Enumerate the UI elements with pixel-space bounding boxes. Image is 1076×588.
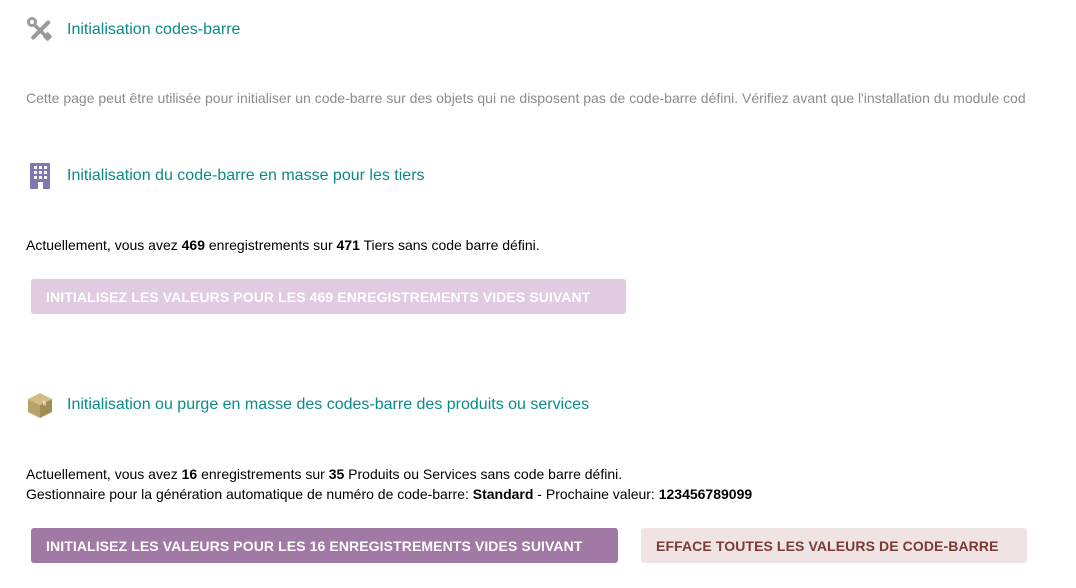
thirdparty-section-header: Initialisation du code-barre en masse po… <box>26 162 425 190</box>
products-section-header: Initialisation ou purge en masse des cod… <box>26 391 589 419</box>
thirdparty-status-text: Actuellement, vous avez 469 enregistreme… <box>26 235 540 255</box>
products-erase-button[interactable]: EFFACE TOUTES LES VALEURS DE CODE-BARRE <box>641 528 1027 563</box>
products-section-title: Initialisation ou purge en masse des cod… <box>67 396 590 413</box>
tools-icon <box>26 16 54 44</box>
page: Initialisation codes-barre Cette page pe… <box>0 0 1076 588</box>
thirdparty-text-prefix: Actuellement, vous avez <box>26 237 182 253</box>
products-text-suffix: Produits ou Services sans code barre déf… <box>344 466 623 482</box>
products-total-count: 35 <box>328 466 345 482</box>
page-header: Initialisation codes-barre <box>26 16 240 44</box>
thirdparty-empty-count: 469 <box>181 237 205 253</box>
thirdparty-total-count: 471 <box>336 237 360 253</box>
products-manager-name: Standard <box>472 486 534 502</box>
thirdparty-text-suffix: Tiers sans code barre défini. <box>359 237 540 253</box>
building-icon <box>26 162 54 190</box>
intro-text: Cette page peut être utilisée pour initi… <box>26 90 1026 106</box>
products-text-prefix: Actuellement, vous avez <box>26 466 182 482</box>
thirdparty-init-button[interactable]: INITIALISEZ LES VALEURS POUR LES 469 ENR… <box>31 279 626 314</box>
products-next-value: 123456789099 <box>658 486 753 502</box>
page-title: Initialisation codes-barre <box>67 21 241 38</box>
products-manager-prefix: Gestionnaire pour la génération automati… <box>26 486 473 502</box>
thirdparty-section-title: Initialisation du code-barre en masse po… <box>67 167 425 184</box>
products-status-text: Actuellement, vous avez 16 enregistremen… <box>26 464 752 504</box>
products-text-middle: enregistrements sur <box>197 466 329 482</box>
products-next-value-prefix: - Prochaine valeur: <box>533 486 659 502</box>
box-icon <box>26 391 54 419</box>
products-empty-count: 16 <box>181 466 198 482</box>
products-init-button[interactable]: INITIALISEZ LES VALEURS POUR LES 16 ENRE… <box>31 528 618 563</box>
thirdparty-text-middle: enregistrements sur <box>205 237 337 253</box>
